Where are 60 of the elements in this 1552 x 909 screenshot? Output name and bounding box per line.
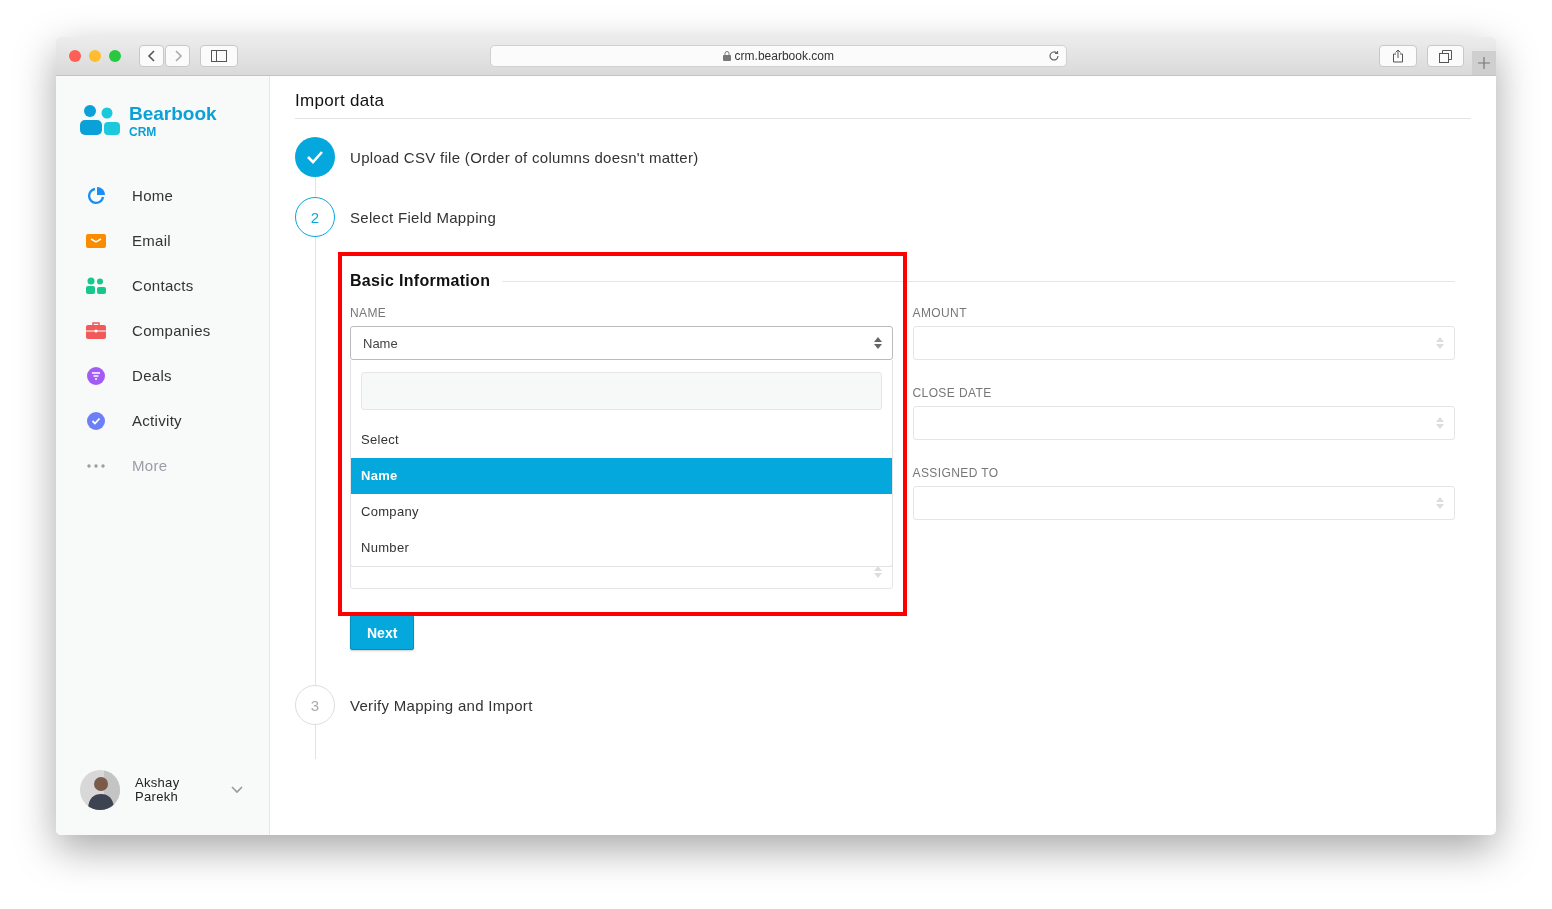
nav-item[interactable]: Email: [80, 218, 269, 263]
checkmark-icon: [306, 150, 324, 164]
sort-arrows-icon: [1436, 497, 1444, 509]
sidebar-toggle-button[interactable]: [200, 45, 238, 67]
brand-name: Bearbook: [129, 103, 217, 125]
step-indicator: 3: [295, 685, 335, 725]
filter-icon: [86, 365, 106, 386]
step-title: Select Field Mapping: [350, 208, 497, 226]
chevron-right-icon: [172, 49, 183, 63]
nav-item[interactable]: Activity: [80, 398, 269, 443]
chevron-down-icon[interactable]: [231, 786, 244, 794]
dropdown-option[interactable]: Select: [351, 422, 892, 458]
dropdown-option[interactable]: Company: [351, 494, 892, 530]
briefcase-icon: [86, 321, 106, 340]
page-title: Import data: [295, 76, 1471, 119]
field-label: NAME: [350, 306, 388, 320]
nav-item[interactable]: Contacts: [80, 263, 269, 308]
sort-arrows-icon: [873, 337, 882, 349]
tabs-icon: [1438, 49, 1452, 63]
logo-icon: [80, 105, 120, 135]
sidebar-icon: [210, 50, 227, 62]
step-title: Verify Mapping and Import: [350, 696, 533, 714]
dropdown-option[interactable]: Number: [351, 530, 892, 566]
user-name: Akshay Parekh: [135, 776, 180, 804]
nav-item[interactable]: Companies: [80, 308, 269, 353]
back-button[interactable]: [139, 45, 164, 67]
forward-button[interactable]: [165, 45, 190, 67]
nav-item[interactable]: Home: [80, 173, 269, 218]
plus-icon: [1478, 57, 1491, 69]
share-icon: [1391, 49, 1404, 63]
step-indicator: 2: [295, 197, 335, 237]
reload-icon[interactable]: [1047, 50, 1060, 62]
people-icon: [86, 276, 106, 295]
chevron-left-icon: [146, 49, 157, 63]
pie-chart-icon: [86, 185, 106, 206]
brand-subtitle: CRM: [129, 125, 158, 139]
select-field[interactable]: [912, 406, 1455, 440]
more-icon: [86, 463, 106, 468]
lock-icon: [722, 51, 731, 61]
field-label: AMOUNT: [912, 306, 968, 320]
envelope-icon: [86, 232, 106, 249]
tabs-button[interactable]: [1426, 45, 1465, 67]
field-label: CLOSE DATE: [912, 386, 993, 400]
section-title: Basic Information: [350, 272, 491, 290]
close-button[interactable]: [69, 50, 81, 62]
step-title: Upload CSV file (Order of columns doesn't matter): [350, 148, 699, 166]
sort-arrows-icon: [1436, 417, 1444, 429]
sort-arrows-icon: [1436, 337, 1444, 349]
select-field[interactable]: Name: [350, 326, 893, 360]
share-button[interactable]: [1378, 45, 1417, 67]
nav-item[interactable]: Deals: [80, 353, 269, 398]
zoom-button[interactable]: [109, 50, 121, 62]
checkmark-icon: [86, 410, 106, 431]
select-field[interactable]: [912, 486, 1455, 520]
field-label: ASSIGNED TO: [912, 466, 1000, 480]
select-field[interactable]: [912, 326, 1455, 360]
new-tab-button[interactable]: [1472, 51, 1496, 75]
minimize-button[interactable]: [89, 50, 101, 62]
address-bar[interactable]: crm.bearbook.com: [489, 45, 1067, 67]
search-field[interactable]: [361, 372, 882, 410]
